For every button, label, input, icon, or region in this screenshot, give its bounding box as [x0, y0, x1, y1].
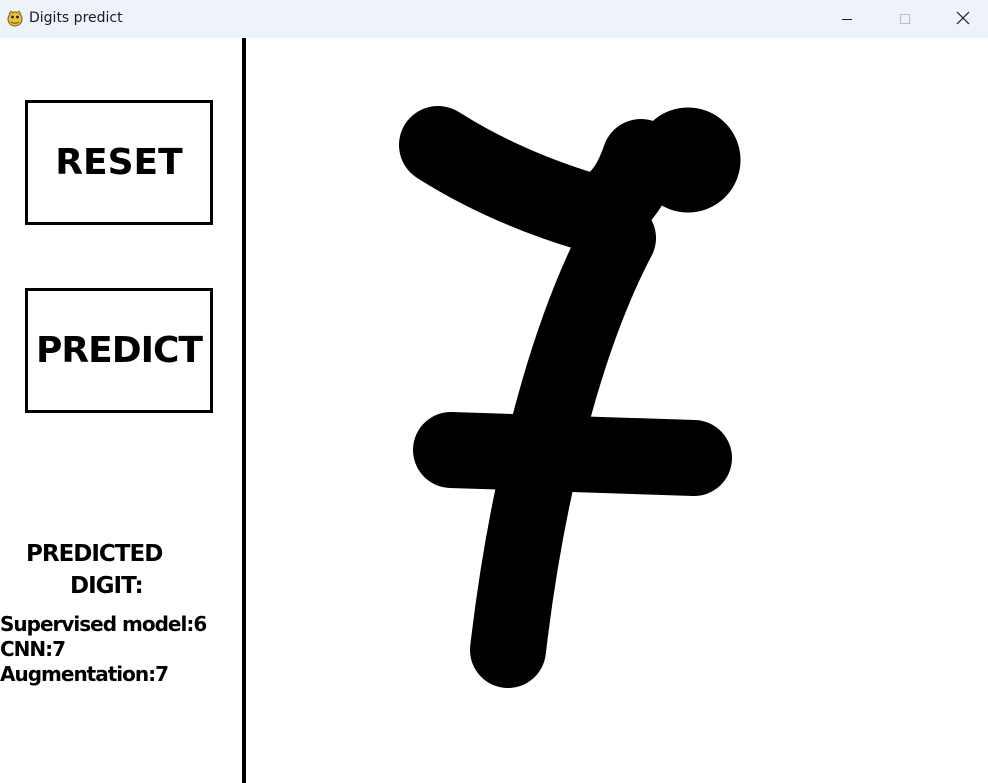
result-supervised-model: Supervised model:6 [0, 612, 207, 636]
app-window: Digits predict RESET PREDICT PREDICTED D… [0, 0, 988, 783]
handwritten-digit-strokes [399, 106, 741, 688]
maximize-icon [899, 10, 911, 29]
predict-button[interactable]: PREDICT [25, 288, 213, 413]
maximize-button[interactable] [876, 0, 934, 38]
predicted-heading-line2: DIGIT: [70, 573, 144, 599]
title-bar[interactable]: Digits predict [0, 0, 988, 38]
predicted-digit-heading: PREDICTED DIGIT: [26, 538, 163, 602]
window-title: Digits predict [29, 10, 123, 26]
predicted-heading-line1: PREDICTED [26, 541, 163, 567]
app-content: RESET PREDICT PREDICTED DIGIT: Supervise… [0, 38, 988, 783]
close-button[interactable] [934, 0, 988, 38]
result-cnn: CNN:7 [0, 637, 66, 661]
minimize-button[interactable] [818, 0, 876, 38]
close-icon [956, 10, 970, 29]
digit-stroke-top-blob [635, 107, 741, 213]
reset-button-label: RESET [55, 142, 183, 183]
drawing-canvas-svg [399, 106, 741, 688]
digit-stroke-crossbar [413, 412, 732, 496]
prediction-results: Supervised model:6 CNN:7 Augmentation:7 [0, 612, 207, 687]
result-augmentation: Augmentation:7 [0, 662, 169, 686]
pygame-snake-icon [5, 8, 25, 28]
minimize-icon [841, 10, 853, 29]
reset-button[interactable]: RESET [25, 100, 213, 225]
predict-button-label: PREDICT [36, 330, 203, 371]
drawing-canvas[interactable] [246, 38, 988, 783]
